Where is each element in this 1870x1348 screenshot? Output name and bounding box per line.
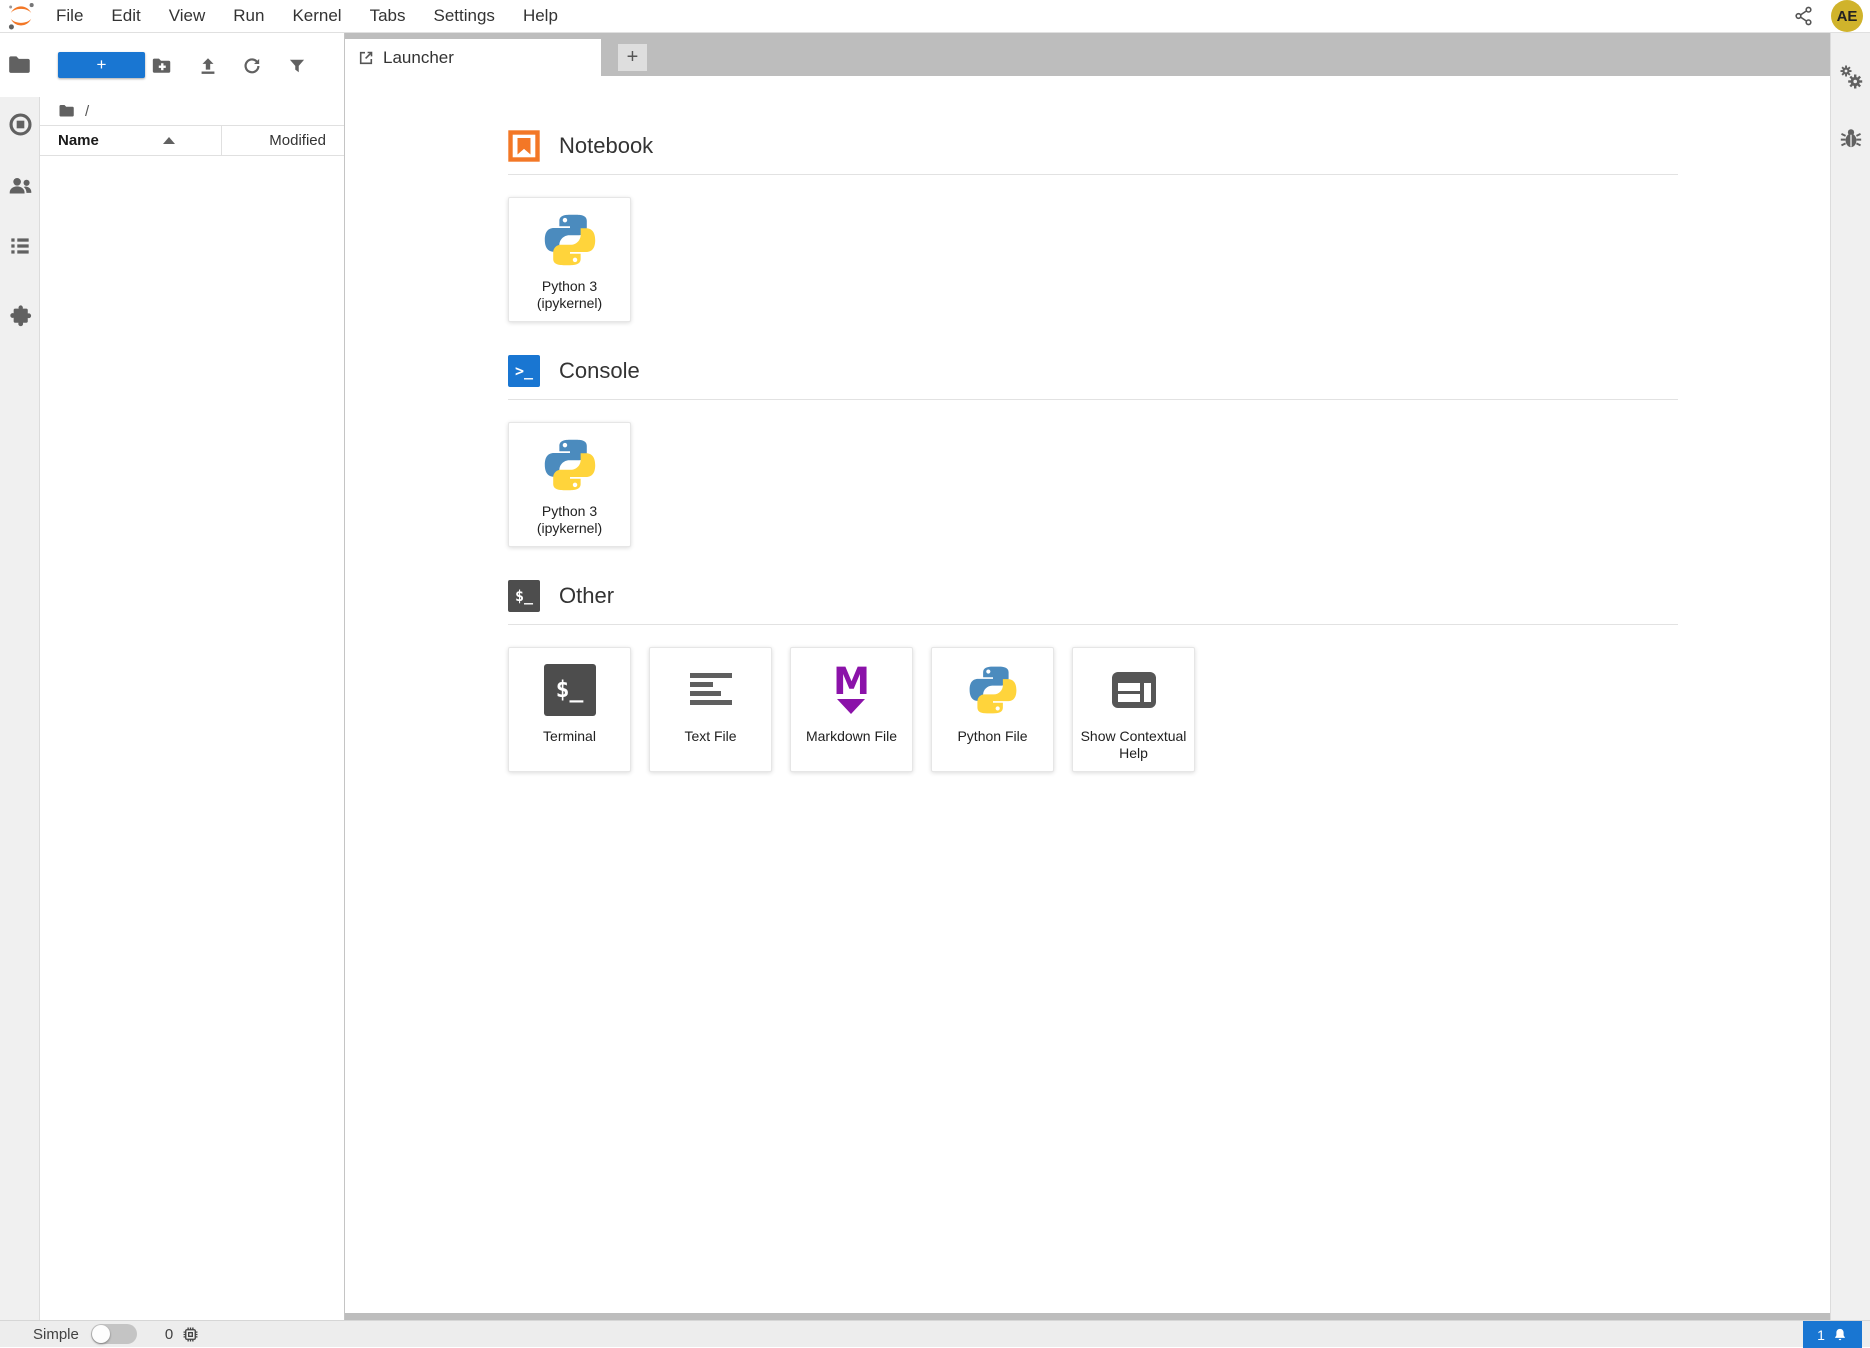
stop-circle-icon [7,111,34,138]
list-icon [7,233,33,259]
launcher-card-show-contextual-help[interactable]: Show Contextual Help [1072,647,1195,772]
launcher-icon [358,50,374,66]
notification-badge[interactable]: 1 [1803,1321,1862,1348]
debugger-bug-icon[interactable] [1831,114,1870,162]
card-label: Markdown File [801,728,902,745]
column-name-label: Name [58,132,99,149]
left-activity-bar [0,33,40,1320]
users-icon [7,172,34,199]
menu-item-edit[interactable]: Edit [97,0,154,33]
toggle-knob [92,1325,110,1343]
file-browser-toolbar: + [40,33,344,97]
menu-item-file[interactable]: File [42,0,97,33]
breadcrumb-root[interactable]: / [85,103,89,120]
tab-launcher[interactable]: Launcher [345,39,601,76]
new-folder-icon[interactable] [150,54,174,78]
menu-item-run[interactable]: Run [219,0,278,33]
launcher-section-console: >_ Console Python 3 (ipykernel) [508,355,1678,547]
section-title-other: Other [559,583,614,609]
notification-count: 1 [1817,1327,1825,1343]
upload-icon[interactable] [196,54,220,78]
kernel-count: 0 [165,1326,173,1343]
contextual-help-icon [1108,660,1160,720]
menu-item-settings[interactable]: Settings [420,0,509,33]
puzzle-icon [7,302,34,329]
sidebar-tab-running-kernels[interactable] [0,100,40,148]
simple-mode-label: Simple [33,1326,79,1343]
launcher-card-notebook-python3[interactable]: Python 3 (ipykernel) [508,197,631,322]
sidebar-tab-file-browser[interactable] [0,33,40,97]
python-logo-icon [542,210,598,270]
menu-item-tabs[interactable]: Tabs [356,0,420,33]
breadcrumb: / [40,97,344,125]
tab-bar: Launcher + [345,33,1830,76]
terminal-prompt-icon: $_ [508,580,540,612]
launcher-section-other: $_ Other $_ Terminal [508,580,1678,772]
markdown-icon: M [833,666,870,714]
user-avatar[interactable]: AE [1831,0,1863,32]
folder-icon [7,52,33,78]
python-logo-icon [967,660,1019,720]
notebook-icon [508,130,540,162]
column-header-name[interactable]: Name [40,126,222,155]
launcher-panel: Notebook Python 3 (ipykernel) [345,76,1830,1313]
file-list-header: Name Modified [40,125,344,156]
launcher-card-terminal[interactable]: $_ Terminal [508,647,631,772]
menu-item-view[interactable]: View [155,0,220,33]
column-modified-label: Modified [269,132,326,149]
launcher-card-python-file[interactable]: Python File [931,647,1054,772]
bell-icon [1832,1327,1848,1343]
sidebar-tab-table-of-contents[interactable] [0,222,40,270]
section-title-console: Console [559,358,640,384]
card-label: Python 3 (ipykernel) [509,278,630,311]
jupyter-logo-icon [0,0,42,33]
menu-bar: File Edit View Run Kernel Tabs Settings … [0,0,1870,33]
card-label: Python 3 (ipykernel) [509,503,630,536]
card-label: Show Contextual Help [1073,728,1194,761]
card-label: Text File [679,728,741,745]
sidebar-tab-property-inspector[interactable] [1831,53,1870,101]
console-icon: >_ [508,355,540,387]
status-bar: Simple 0 1 [0,1320,1870,1347]
main-dock-panel: Launcher + Notebook [345,33,1830,1320]
kernel-chip-icon [181,1325,200,1344]
tab-launcher-label: Launcher [383,48,454,68]
card-label: Python File [952,728,1032,745]
section-divider [508,624,1678,625]
text-file-icon [685,660,737,720]
sort-ascending-icon [163,137,175,144]
simple-mode-toggle[interactable] [91,1324,137,1344]
right-activity-bar [1830,33,1870,1320]
launcher-card-console-python3[interactable]: Python 3 (ipykernel) [508,422,631,547]
python-logo-icon [542,435,598,495]
launcher-section-notebook: Notebook Python 3 (ipykernel) [508,130,1678,322]
section-divider [508,399,1678,400]
launcher-card-markdown-file[interactable]: M Markdown File [790,647,913,772]
menu-item-help[interactable]: Help [509,0,572,33]
kernel-status-indicator[interactable]: 0 [165,1325,200,1344]
home-folder-icon[interactable] [58,102,76,120]
gears-icon [1838,64,1864,90]
sidebar-tab-extensions[interactable] [0,291,40,339]
new-tab-button[interactable]: + [618,44,647,71]
new-launcher-button[interactable]: + [58,52,145,78]
section-title-notebook: Notebook [559,133,653,159]
launcher-card-text-file[interactable]: Text File [649,647,772,772]
sidebar-tab-collaboration[interactable] [0,161,40,209]
column-header-modified[interactable]: Modified [222,126,344,155]
filter-icon[interactable] [285,54,309,78]
file-browser-panel: + [40,33,345,1320]
refresh-icon[interactable] [240,54,264,78]
menu-item-kernel[interactable]: Kernel [278,0,355,33]
main-menu: File Edit View Run Kernel Tabs Settings … [42,0,572,33]
section-divider [508,174,1678,175]
share-icon[interactable] [1793,5,1815,27]
card-label: Terminal [538,728,601,745]
terminal-icon: $_ [544,664,596,716]
